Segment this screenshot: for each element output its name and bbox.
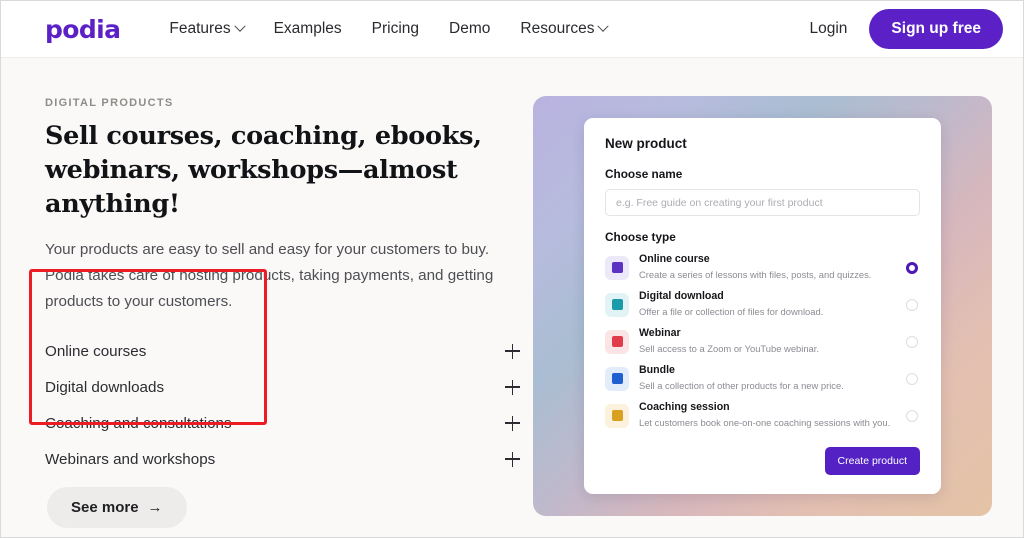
product-type-description: Let customers book one-on-one coaching s… — [639, 417, 891, 429]
calendar-icon-tile — [605, 403, 629, 428]
product-type-description: Sell access to a Zoom or YouTube webinar… — [639, 343, 819, 355]
nav-item-label: Resources — [520, 20, 595, 37]
hero-subcopy: Your products are easy to sell and easy … — [45, 240, 494, 310]
arrow-right-icon: → — [147, 499, 163, 517]
product-type-name: Webinar — [639, 327, 681, 340]
product-type-radio[interactable] — [906, 298, 918, 311]
plus-icon[interactable] — [505, 451, 520, 467]
accordion-label: Online courses — [45, 342, 147, 360]
product-type-option[interactable]: Bundle Sell a collection of other product… — [605, 360, 920, 397]
see-more-button[interactable]: See more → — [47, 487, 187, 529]
plus-icon[interactable] — [505, 379, 520, 395]
nav-item-label: Features — [169, 20, 231, 37]
product-type-text: Bundle Sell a collection of other product… — [639, 364, 906, 392]
product-type-option[interactable]: Online course Create a series of lessons … — [605, 249, 920, 286]
create-product-button[interactable]: Create product — [824, 447, 920, 475]
product-type-name: Bundle — [639, 364, 675, 377]
nav-item-demo[interactable]: Demo — [449, 20, 490, 38]
product-type-radio[interactable] — [906, 335, 918, 348]
product-name-input[interactable] — [605, 189, 920, 216]
site-header: podia Features Examples Pricing Demo Resourc… — [1, 1, 1023, 58]
product-type-option[interactable]: Digital download Offer a file or collecti… — [605, 286, 920, 323]
play-icon-tile — [605, 329, 629, 354]
download-icon-tile — [605, 292, 629, 317]
play-icon — [611, 336, 623, 347]
product-type-name: Digital download — [639, 290, 724, 303]
nav-item-examples[interactable]: Examples — [274, 20, 342, 38]
page-title: Sell courses, coaching, ebooks, webinars… — [45, 121, 482, 219]
chevron-down-icon — [233, 20, 246, 32]
podia-logo[interactable]: podia — [45, 15, 121, 44]
nav-item-resources[interactable]: Resources — [520, 20, 610, 38]
product-type-option[interactable]: Webinar Sell access to a Zoom or YouTube … — [605, 323, 920, 360]
nav-item-label: Examples — [273, 20, 342, 37]
product-type-description: Sell a collection of other products for … — [639, 380, 844, 392]
product-type-radio[interactable] — [906, 409, 918, 422]
book-icon-tile — [605, 255, 629, 280]
accordion-row[interactable]: Digital downloads — [45, 369, 523, 405]
product-type-name: Coaching session — [639, 401, 730, 414]
plus-icon[interactable] — [505, 343, 520, 359]
product-type-text: Coaching session Let customers book one-o… — [639, 401, 906, 429]
product-type-text: Digital download Offer a file or collecti… — [639, 290, 906, 318]
nav-item-label: Demo — [449, 20, 491, 37]
grid-icon-tile — [605, 366, 629, 391]
hero-left-column: DIGITAL PRODUCTS Sell courses, coaching,… — [45, 97, 520, 529]
accordion-row[interactable]: Coaching and consultations — [45, 405, 523, 441]
product-type-radio[interactable] — [906, 261, 918, 274]
card-title: New product — [605, 136, 687, 151]
grid-icon — [611, 373, 623, 384]
product-type-text: Webinar Sell access to a Zoom or YouTube … — [639, 327, 906, 355]
choose-type-label: Choose type — [605, 230, 676, 244]
accordion-label: Digital downloads — [45, 378, 165, 396]
accordion-label: Webinars and workshops — [45, 450, 216, 468]
accordion-row[interactable]: Webinars and workshops — [45, 441, 523, 477]
download-icon — [611, 299, 623, 310]
accordion-label: Coaching and consultations — [45, 414, 232, 432]
chevron-down-icon — [597, 20, 610, 32]
book-icon — [611, 262, 623, 273]
new-product-card: New product Choose name Choose type Onli… — [584, 118, 941, 494]
nav-item-pricing[interactable]: Pricing — [372, 20, 419, 38]
hero-eyebrow: DIGITAL PRODUCTS — [45, 97, 174, 109]
product-type-list: Online course Create a series of lessons … — [605, 249, 920, 434]
sign-up-free-button[interactable]: Sign up free — [869, 9, 1003, 49]
calendar-icon — [611, 410, 623, 421]
product-type-description: Create a series of lessons with files, p… — [639, 269, 872, 281]
product-type-name: Online course — [639, 253, 710, 266]
nav-item-label: Pricing — [371, 20, 420, 37]
plus-icon[interactable] — [505, 415, 520, 431]
product-type-description: Offer a file or collection of files for … — [639, 306, 824, 318]
primary-nav: Features Examples Pricing Demo Resources — [169, 20, 610, 38]
header-actions: Login Sign up free — [809, 9, 1003, 49]
login-link[interactable]: Login — [809, 20, 847, 38]
product-type-option[interactable]: Coaching session Let customers book one-o… — [605, 397, 920, 434]
page-root: podia Features Examples Pricing Demo Resourc… — [0, 0, 1024, 538]
product-type-text: Online course Create a series of lessons … — [639, 253, 906, 281]
choose-name-label: Choose name — [605, 167, 683, 181]
product-type-accordion: Online courses Digital downloads Coaching … — [45, 333, 523, 477]
see-more-label: See more — [71, 499, 139, 517]
nav-item-features[interactable]: Features — [169, 20, 246, 38]
accordion-row[interactable]: Online courses — [45, 333, 523, 369]
product-type-radio[interactable] — [906, 372, 918, 385]
